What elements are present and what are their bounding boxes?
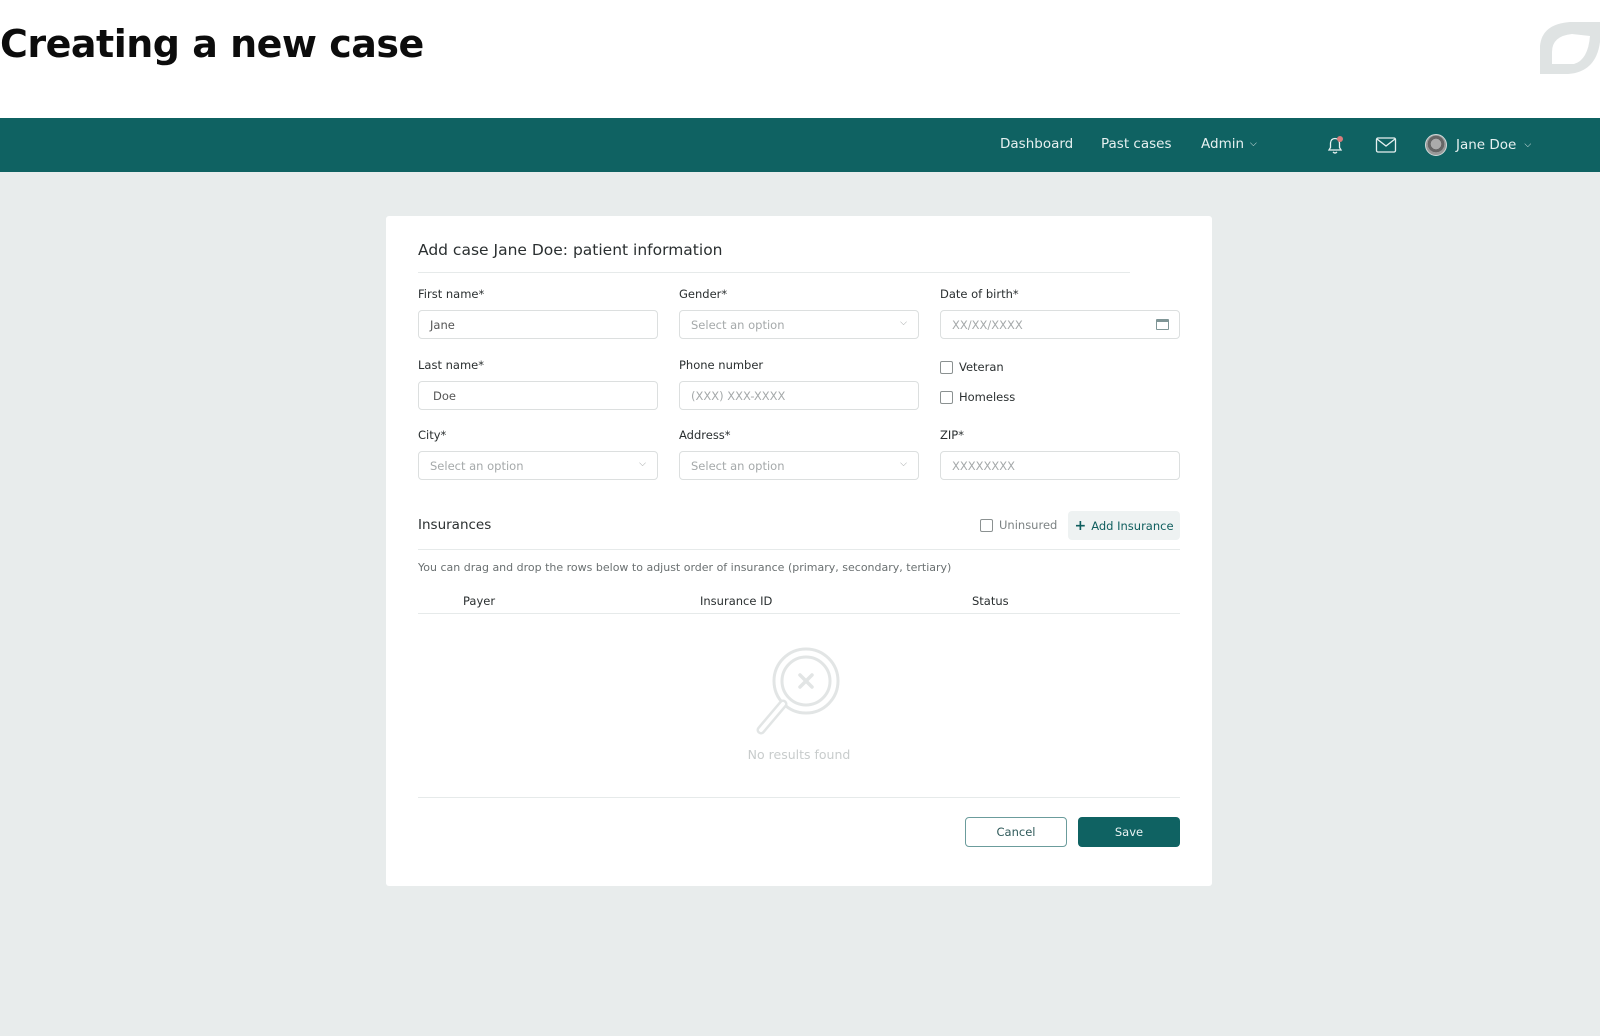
address-select[interactable]: Select an option ⌵ bbox=[679, 451, 919, 480]
veteran-checkbox[interactable]: Veteran bbox=[940, 360, 1004, 374]
uninsured-checkbox[interactable]: Uninsured bbox=[980, 518, 1057, 532]
city-select[interactable]: Select an option ⌵ bbox=[418, 451, 658, 480]
user-name: Jane Doe bbox=[1456, 137, 1517, 153]
divider bbox=[418, 272, 1130, 273]
dob-label: Date of birth* bbox=[940, 287, 1019, 301]
plus-icon: + bbox=[1074, 517, 1087, 534]
bell-icon[interactable] bbox=[1324, 134, 1346, 156]
nav-admin-label: Admin bbox=[1201, 136, 1245, 152]
last-name-value: Doe bbox=[433, 389, 456, 403]
column-header-payer[interactable]: Payer bbox=[463, 594, 495, 608]
first-name-label: First name* bbox=[418, 287, 485, 301]
chevron-down-icon: ⌵ bbox=[1250, 139, 1257, 149]
user-menu[interactable]: Jane Doe ⌵ bbox=[1456, 137, 1531, 153]
patient-info-card: Add case Jane Doe: patient information F… bbox=[386, 216, 1212, 886]
chevron-down-icon: ⌵ bbox=[900, 459, 907, 469]
phone-placeholder: (XXX) XXX-XXXX bbox=[691, 389, 786, 403]
last-name-input[interactable]: Doe bbox=[418, 381, 658, 410]
first-name-input[interactable]: Jane bbox=[418, 310, 658, 339]
mail-icon[interactable] bbox=[1375, 136, 1397, 154]
chevron-down-icon: ⌵ bbox=[900, 318, 907, 328]
phone-label: Phone number bbox=[679, 358, 764, 372]
veteran-label: Veteran bbox=[959, 360, 1004, 374]
homeless-label: Homeless bbox=[959, 390, 1016, 404]
phone-input[interactable]: (XXX) XXX-XXXX bbox=[679, 381, 919, 410]
checkbox-box[interactable] bbox=[980, 518, 993, 532]
gender-label: Gender* bbox=[679, 287, 728, 301]
insurances-title: Insurances bbox=[418, 517, 492, 533]
zip-placeholder: XXXXXXXX bbox=[952, 459, 1016, 473]
app-frame: Dashboard Past cases Admin ⌵ Jane Doe ⌵ Ad… bbox=[0, 118, 1600, 1036]
add-insurance-label: Add Insurance bbox=[1091, 518, 1174, 533]
zip-input[interactable]: XXXXXXXX bbox=[940, 451, 1180, 480]
city-label: City* bbox=[418, 428, 447, 442]
city-placeholder: Select an option bbox=[430, 459, 524, 473]
dob-input[interactable]: XX/XX/XXXX bbox=[940, 310, 1180, 339]
nav-past-cases[interactable]: Past cases bbox=[1101, 136, 1172, 152]
zip-label: ZIP* bbox=[940, 428, 964, 442]
column-header-status[interactable]: Status bbox=[972, 594, 1009, 608]
leaf-logo-icon bbox=[1540, 22, 1600, 74]
add-insurance-button[interactable]: + Add Insurance bbox=[1068, 511, 1180, 540]
page-title: Creating a new case bbox=[0, 22, 424, 66]
checkbox-box[interactable] bbox=[940, 390, 953, 404]
nav-dashboard[interactable]: Dashboard bbox=[1000, 136, 1073, 152]
dob-placeholder: XX/XX/XXXX bbox=[952, 318, 1023, 332]
last-name-label: Last name* bbox=[418, 358, 484, 372]
top-navbar: Dashboard Past cases Admin ⌵ Jane Doe ⌵ bbox=[0, 118, 1600, 172]
empty-state-text: No results found bbox=[747, 747, 851, 762]
divider bbox=[418, 797, 1180, 798]
divider bbox=[418, 613, 1180, 614]
nav-admin[interactable]: Admin ⌵ bbox=[1201, 136, 1257, 152]
user-avatar[interactable] bbox=[1425, 134, 1447, 156]
divider bbox=[418, 549, 1180, 550]
gender-placeholder: Select an option bbox=[691, 318, 785, 332]
gender-select[interactable]: Select an option ⌵ bbox=[679, 310, 919, 339]
calendar-icon[interactable] bbox=[1156, 319, 1169, 330]
no-results-magnifier-icon bbox=[756, 647, 840, 735]
column-header-insurance-id[interactable]: Insurance ID bbox=[700, 594, 772, 608]
form-title: Add case Jane Doe: patient information bbox=[418, 241, 723, 259]
address-placeholder: Select an option bbox=[691, 459, 785, 473]
insurance-hint: You can drag and drop the rows below to … bbox=[418, 561, 952, 574]
first-name-value: Jane bbox=[430, 318, 455, 332]
chevron-down-icon: ⌵ bbox=[639, 459, 646, 469]
save-button[interactable]: Save bbox=[1078, 817, 1180, 847]
checkbox-box[interactable] bbox=[940, 360, 953, 374]
address-label: Address* bbox=[679, 428, 731, 442]
uninsured-label: Uninsured bbox=[999, 518, 1058, 532]
chevron-down-icon: ⌵ bbox=[1524, 140, 1532, 150]
notification-dot bbox=[1337, 136, 1343, 142]
cancel-button[interactable]: Cancel bbox=[965, 817, 1067, 847]
homeless-checkbox[interactable]: Homeless bbox=[940, 390, 1015, 404]
